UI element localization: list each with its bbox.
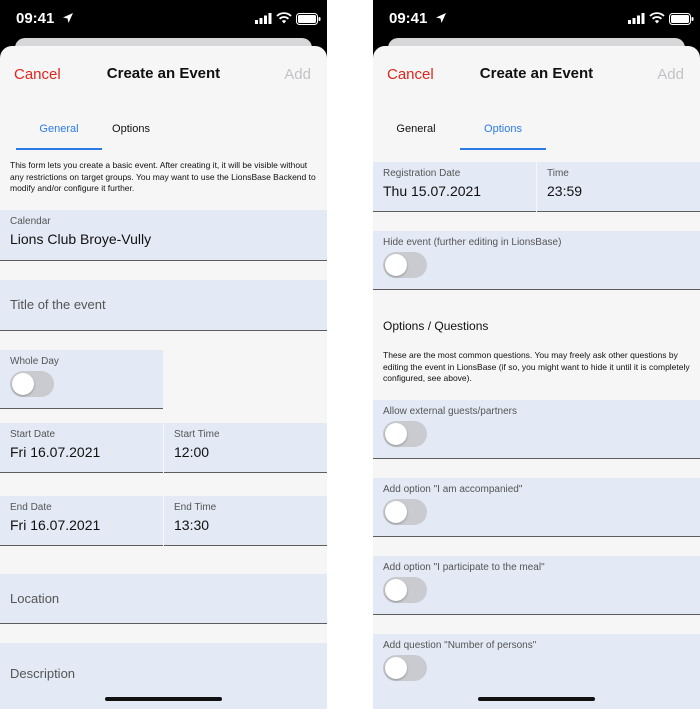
start-date-field[interactable]: Start Date Fri 16.07.2021 [0, 423, 163, 473]
home-indicator [105, 697, 222, 701]
registration-time-field[interactable]: Time 23:59 [537, 162, 700, 212]
toggle-knob [12, 373, 34, 395]
hide-event-toggle[interactable] [383, 252, 427, 278]
title-placeholder: Title of the event [10, 297, 106, 312]
end-time-label: End Time [174, 502, 217, 513]
toggle-knob [385, 423, 407, 445]
meal-toggle[interactable] [383, 577, 427, 603]
registration-date-label: Registration Date [383, 168, 461, 179]
toggle-knob [385, 254, 407, 276]
persons-toggle[interactable] [383, 655, 427, 681]
tab-options[interactable]: Options [460, 116, 546, 150]
add-button[interactable]: Add [284, 66, 311, 83]
whole-day-label: Whole Day [10, 356, 59, 367]
create-event-sheet: Cancel Create an Event Add General Optio… [373, 46, 700, 709]
allow-guests-field: Allow external guests/partners [373, 400, 700, 459]
nav-bar: Cancel Create an Event Add [373, 46, 700, 106]
meal-label: Add option "I participate to the meal" [383, 562, 545, 573]
allow-guests-label: Allow external guests/partners [383, 406, 517, 417]
tab-options-label: Options [112, 123, 150, 135]
battery-icon [669, 13, 694, 25]
allow-guests-toggle[interactable] [383, 421, 427, 447]
options-section-title: Options / Questions [383, 319, 489, 333]
phone-general: 09:41 Cancel Create an Event Add General… [0, 0, 327, 709]
toggle-knob [385, 657, 407, 679]
start-time-field[interactable]: Start Time 12:00 [164, 423, 327, 473]
end-time-field[interactable]: End Time 13:30 [164, 496, 327, 546]
end-date-label: End Date [10, 502, 52, 513]
registration-date-field[interactable]: Registration Date Thu 15.07.2021 [373, 162, 536, 212]
description-placeholder: Description [10, 666, 76, 681]
registration-time-value: 23:59 [547, 183, 583, 199]
calendar-label: Calendar [10, 216, 51, 227]
cellular-signal-icon [628, 13, 645, 24]
status-time: 09:41 [16, 10, 55, 27]
location-placeholder: Location [10, 591, 60, 606]
tab-options[interactable]: Options [88, 116, 174, 150]
nav-bar: Cancel Create an Event Add [0, 46, 327, 106]
whole-day-field: Whole Day [0, 350, 163, 409]
whole-day-toggle[interactable] [10, 371, 54, 397]
tab-general[interactable]: General [373, 116, 459, 150]
wifi-icon [276, 12, 292, 24]
registration-time-label: Time [547, 168, 569, 179]
start-date-label: Start Date [10, 429, 56, 440]
wifi-icon [649, 12, 665, 24]
add-button[interactable]: Add [657, 66, 684, 83]
calendar-value: Lions Club Broye-Vully [10, 231, 152, 247]
create-event-sheet: Cancel Create an Event Add General Optio… [0, 46, 327, 709]
accompanied-label: Add option "I am accompanied" [383, 484, 523, 495]
intro-text: This form lets you create a basic event.… [10, 160, 316, 193]
phone-options: 09:41 Cancel Create an Event Add General… [373, 0, 700, 709]
accompanied-field: Add option "I am accompanied" [373, 478, 700, 537]
start-date-value: Fri 16.07.2021 [10, 444, 101, 460]
end-time-value: 13:30 [174, 517, 210, 533]
hide-event-field: Hide event (further editing in LionsBase… [373, 231, 700, 290]
status-time: 09:41 [389, 10, 428, 27]
persons-label: Add question "Number of persons" [383, 640, 537, 651]
tab-options-label: Options [484, 123, 522, 135]
home-indicator [478, 697, 595, 701]
tab-indicator [460, 148, 546, 150]
options-section-intro: These are the most common questions. You… [383, 350, 690, 383]
tab-bar: General Options [0, 116, 327, 150]
meal-field: Add option "I participate to the meal" [373, 556, 700, 615]
start-time-value: 12:00 [174, 444, 210, 460]
page-title: Create an Event [479, 65, 594, 82]
location-arrow-icon [436, 13, 446, 23]
toggle-knob [385, 579, 407, 601]
status-bar: 09:41 [0, 0, 327, 38]
end-date-value: Fri 16.07.2021 [10, 517, 101, 533]
end-date-field[interactable]: End Date Fri 16.07.2021 [0, 496, 163, 546]
location-arrow-icon [63, 13, 73, 23]
cellular-signal-icon [255, 13, 272, 24]
calendar-field[interactable]: Calendar Lions Club Broye-Vully [0, 210, 327, 261]
status-bar: 09:41 [373, 0, 700, 38]
tab-bar: General Options [373, 116, 700, 150]
battery-icon [296, 13, 321, 25]
registration-date-value: Thu 15.07.2021 [383, 183, 482, 199]
location-input[interactable]: Location [0, 574, 327, 624]
toggle-knob [385, 501, 407, 523]
tab-general-label: General [39, 123, 79, 135]
title-input[interactable]: Title of the event [0, 280, 327, 331]
accompanied-toggle[interactable] [383, 499, 427, 525]
start-time-label: Start Time [174, 429, 220, 440]
hide-event-label: Hide event (further editing in LionsBase… [383, 237, 562, 248]
tab-general-label: General [396, 123, 436, 135]
page-title: Create an Event [106, 65, 221, 82]
